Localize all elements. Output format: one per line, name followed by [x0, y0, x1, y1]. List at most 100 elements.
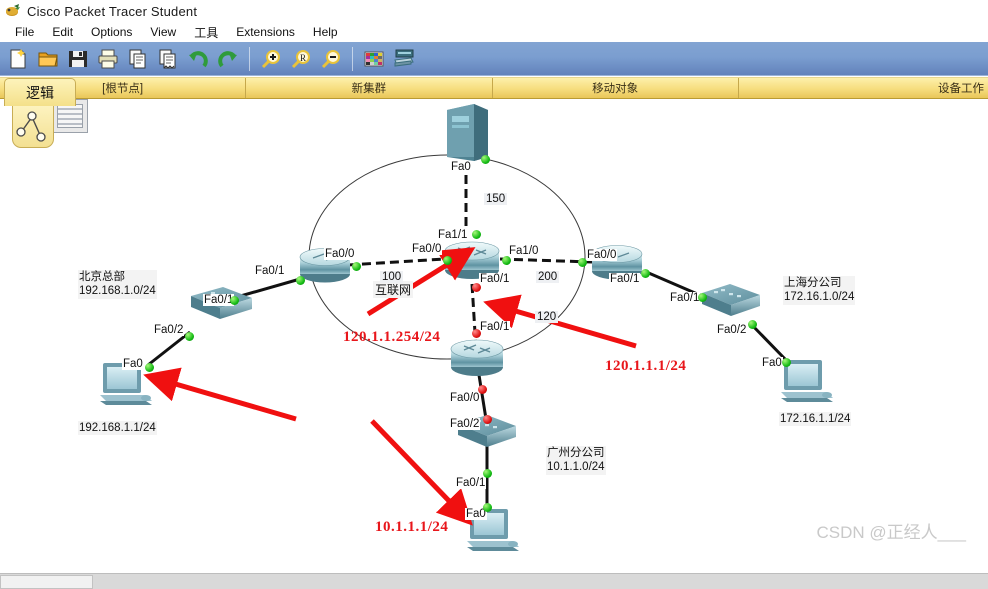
- undo-arrow-icon: [187, 48, 209, 70]
- arrow-to-bottom-fa01: [483, 294, 637, 349]
- link-status-swsh-fa0-2[interactable]: [748, 320, 757, 329]
- menu-item-tools[interactable]: 工具: [185, 23, 227, 42]
- port-switch-shanghai-fa0-2: Fa0/2: [716, 324, 748, 336]
- port-router-center-fa0-0: Fa0/0: [411, 243, 443, 255]
- zoom-reset-button[interactable]: R: [287, 45, 315, 73]
- port-router-center-fa0-1: Fa0/1: [479, 273, 511, 285]
- link-status-left-fa0-1[interactable]: [296, 276, 305, 285]
- link-cost-bottom: 120: [535, 311, 559, 323]
- site-label-guangzhou: 广州分公司 10.1.1.0/24: [546, 446, 606, 475]
- port-switch-guangzhou-fa0-1: Fa0/1: [455, 477, 487, 489]
- link-status-swsh-fa0-1[interactable]: [698, 293, 707, 302]
- port-switch-shanghai-fa0-1: Fa0/1: [669, 292, 701, 304]
- horizontal-scrollbar-thumb[interactable]: [0, 575, 93, 589]
- host-label-pc-beijing: 192.168.1.1/24: [78, 421, 157, 436]
- port-router-center-fa1-1: Fa1/1: [437, 229, 469, 241]
- device-switch-shanghai: [702, 284, 760, 316]
- svg-text:R: R: [300, 53, 306, 63]
- port-server-fa0: Fa0: [450, 161, 472, 173]
- redo-button[interactable]: [214, 45, 242, 73]
- save-button[interactable]: [64, 45, 92, 73]
- custom-devices-button[interactable]: [390, 45, 418, 73]
- menu-item-view[interactable]: View: [141, 24, 185, 40]
- device-panel-icon: [393, 48, 415, 70]
- title-bar: Cisco Packet Tracer Student: [0, 0, 988, 22]
- cluster-move-object[interactable]: 移动对象: [493, 78, 739, 98]
- link-status-right-fa0-0[interactable]: [578, 258, 587, 267]
- new-file-icon: [7, 48, 29, 70]
- port-router-center-fa1-0: Fa1/0: [508, 245, 540, 257]
- menu-item-options[interactable]: Options: [82, 24, 141, 40]
- copy-button[interactable]: [124, 45, 152, 73]
- new-button[interactable]: [4, 45, 32, 73]
- topology-node-icon[interactable]: [12, 104, 54, 148]
- link-status-server-fa0[interactable]: [481, 155, 490, 164]
- zoom-reset-icon: R: [290, 48, 312, 70]
- link-status-swbj-fa0-2[interactable]: [185, 332, 194, 341]
- cluster-device-workspace[interactable]: 设备工作: [739, 78, 988, 98]
- link-status-swbj-fa0-1[interactable]: [230, 296, 239, 305]
- menu-item-edit[interactable]: Edit: [43, 24, 82, 40]
- cluster-new-cluster[interactable]: 新集群: [246, 78, 493, 98]
- paste-icon: [157, 48, 179, 70]
- link-status-left-fa0-0[interactable]: [352, 262, 361, 271]
- save-floppy-icon: [67, 48, 89, 70]
- port-router-right-fa0-1: Fa0/1: [609, 273, 641, 285]
- csdn-watermark: CSDN @正经人___: [816, 523, 966, 542]
- menu-item-extensions[interactable]: Extensions: [227, 24, 304, 40]
- menu-item-help[interactable]: Help: [304, 24, 347, 40]
- port-router-bottom-fa0-0: Fa0/0: [449, 392, 481, 404]
- window-title: Cisco Packet Tracer Student: [27, 3, 198, 19]
- undo-button[interactable]: [184, 45, 212, 73]
- port-switch-guangzhou-fa0-2: Fa0/2: [449, 418, 481, 430]
- palette-icon: [363, 48, 385, 70]
- logical-workspace[interactable]: 互联网 北京总部 192.168.1.0/24 上海分公司 172.16.1.0…: [0, 99, 988, 565]
- open-button[interactable]: [34, 45, 62, 73]
- toolbar-separator-1: [249, 46, 250, 71]
- print-button[interactable]: [94, 45, 122, 73]
- palette-button[interactable]: [360, 45, 388, 73]
- link-status-swgz-fa0-2[interactable]: [483, 415, 492, 424]
- workspace-bottom-spacer: [0, 565, 988, 573]
- link-cost-server: 150: [484, 193, 508, 205]
- menu-bar: File Edit Options View 工具 Extensions Hel…: [0, 22, 988, 42]
- tab-logical[interactable]: 逻辑: [4, 78, 76, 106]
- link-status-center-fa0-1[interactable]: [472, 283, 481, 292]
- link-status-pcbj-fa0[interactable]: [145, 363, 154, 372]
- arrow-to-pc-guangzhou: [370, 419, 473, 526]
- paste-button[interactable]: [154, 45, 182, 73]
- packet-tracer-window: Cisco Packet Tracer Student File Edit Op…: [0, 0, 988, 589]
- horizontal-scrollbar[interactable]: [0, 573, 988, 589]
- port-pc-beijing-fa0: Fa0: [122, 358, 144, 370]
- menu-item-file[interactable]: File: [6, 24, 43, 40]
- annotation-ip-120-1-1-1: 120.1.1.1/24: [605, 358, 687, 374]
- link-status-swgz-fa0-1[interactable]: [483, 469, 492, 478]
- link-status-bottom-fa0-0[interactable]: [478, 385, 487, 394]
- link-status-center-fa1-0[interactable]: [502, 256, 511, 265]
- link-status-pcgz-fa0[interactable]: [483, 503, 492, 512]
- cluster-bar: [根节点] 新集群 移动对象 设备工作: [0, 77, 988, 99]
- print-icon: [97, 48, 119, 70]
- port-pc-shanghai-fa0: Fa0: [761, 357, 783, 369]
- copy-icon: [127, 48, 149, 70]
- link-cost-left: 100: [380, 271, 404, 283]
- device-server-internet: [447, 104, 488, 161]
- toolbar-separator-2: [352, 46, 353, 71]
- arrow-to-pc-beijing: [143, 367, 297, 422]
- host-label-pc-shanghai: 172.16.1.1/24: [779, 412, 852, 427]
- internet-cloud-label: 互联网: [373, 281, 414, 298]
- port-router-bottom-fa0-1: Fa0/1: [479, 321, 511, 333]
- link-status-right-fa0-1[interactable]: [641, 269, 650, 278]
- link-status-pcsh-fa0[interactable]: [782, 358, 791, 367]
- annotation-ip-120-1-1-254: 120.1.1.254/24: [343, 329, 441, 345]
- zoom-in-icon: [260, 48, 282, 70]
- open-folder-icon: [37, 48, 59, 70]
- link-status-bottom-fa0-1[interactable]: [472, 329, 481, 338]
- site-label-beijing: 北京总部 192.168.1.0/24: [78, 270, 157, 299]
- port-router-left-fa0-1: Fa0/1: [254, 265, 286, 277]
- zoom-in-button[interactable]: [257, 45, 285, 73]
- zoom-out-button[interactable]: [317, 45, 345, 73]
- link-status-center-fa0-0[interactable]: [443, 256, 452, 265]
- link-status-center-fa1-1[interactable]: [472, 230, 481, 239]
- zoom-out-icon: [320, 48, 342, 70]
